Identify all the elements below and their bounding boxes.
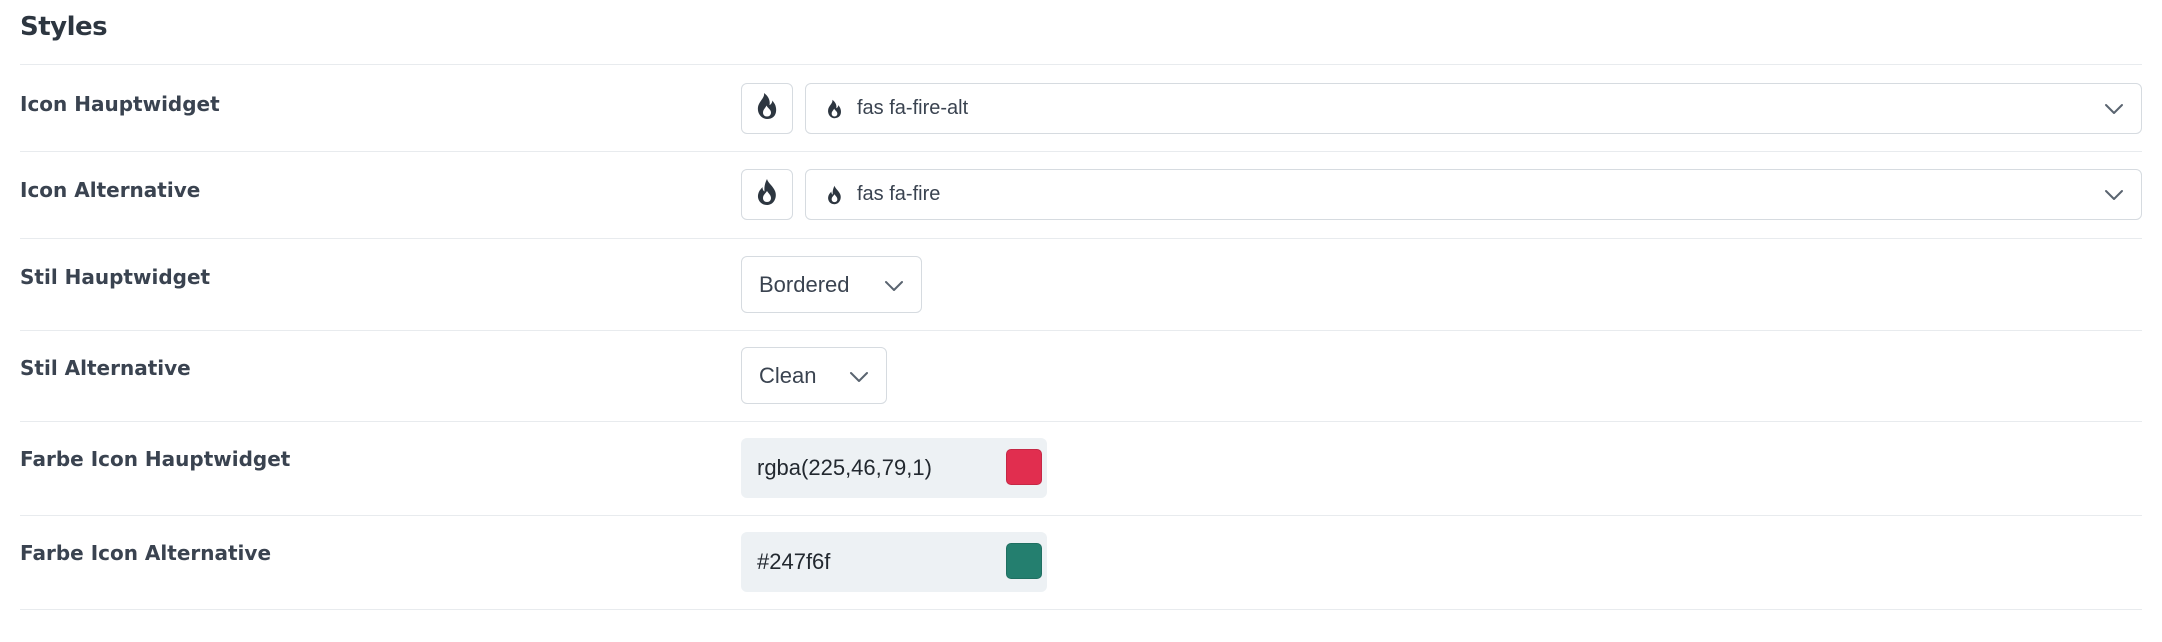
fire-alt-icon [755, 92, 779, 125]
fire-icon [755, 178, 779, 211]
icon-select-alternative[interactable]: fas fa-fire [805, 169, 2142, 220]
divider [20, 238, 2142, 239]
icon-preview-button-alternative[interactable] [741, 169, 793, 220]
label-farbe-icon-hauptwidget: Farbe Icon Hauptwidget [20, 447, 291, 471]
icon-preview-button-hauptwidget[interactable] [741, 83, 793, 134]
divider [20, 151, 2142, 152]
divider [20, 421, 2142, 422]
label-stil-hauptwidget: Stil Hauptwidget [20, 265, 211, 289]
label-farbe-icon-alternative: Farbe Icon Alternative [20, 541, 272, 565]
icon-select-hauptwidget[interactable]: fas fa-fire-alt [805, 83, 2142, 134]
select-value: Clean [759, 362, 817, 388]
color-swatch[interactable] [1006, 543, 1042, 579]
chevron-down-icon [883, 275, 905, 297]
icon-select-value: fas fa-fire [857, 183, 941, 205]
icon-select-value: fas fa-fire-alt [857, 97, 969, 119]
color-value: #247f6f [757, 549, 831, 574]
color-input-hauptwidget[interactable]: rgba(225,46,79,1) [741, 438, 1047, 498]
styles-panel: Styles Icon Hauptwidget fas fa-fire-alt … [0, 0, 2162, 642]
stil-hauptwidget-select[interactable]: Bordered [741, 256, 922, 313]
divider [20, 609, 2142, 610]
label-icon-hauptwidget: Icon Hauptwidget [20, 92, 220, 116]
divider [20, 64, 2142, 65]
color-swatch[interactable] [1006, 449, 1042, 485]
chevron-down-icon [2103, 184, 2125, 206]
section-title: Styles [20, 12, 108, 42]
fire-icon [826, 185, 843, 205]
label-stil-alternative: Stil Alternative [20, 356, 191, 380]
select-value: Bordered [759, 271, 850, 297]
color-input-alternative[interactable]: #247f6f [741, 532, 1047, 592]
chevron-down-icon [2103, 98, 2125, 120]
fire-alt-icon [826, 99, 843, 119]
divider [20, 330, 2142, 331]
label-icon-alternative: Icon Alternative [20, 178, 201, 202]
color-value: rgba(225,46,79,1) [757, 455, 932, 480]
stil-alternative-select[interactable]: Clean [741, 347, 887, 404]
divider [20, 515, 2142, 516]
chevron-down-icon [848, 366, 870, 388]
